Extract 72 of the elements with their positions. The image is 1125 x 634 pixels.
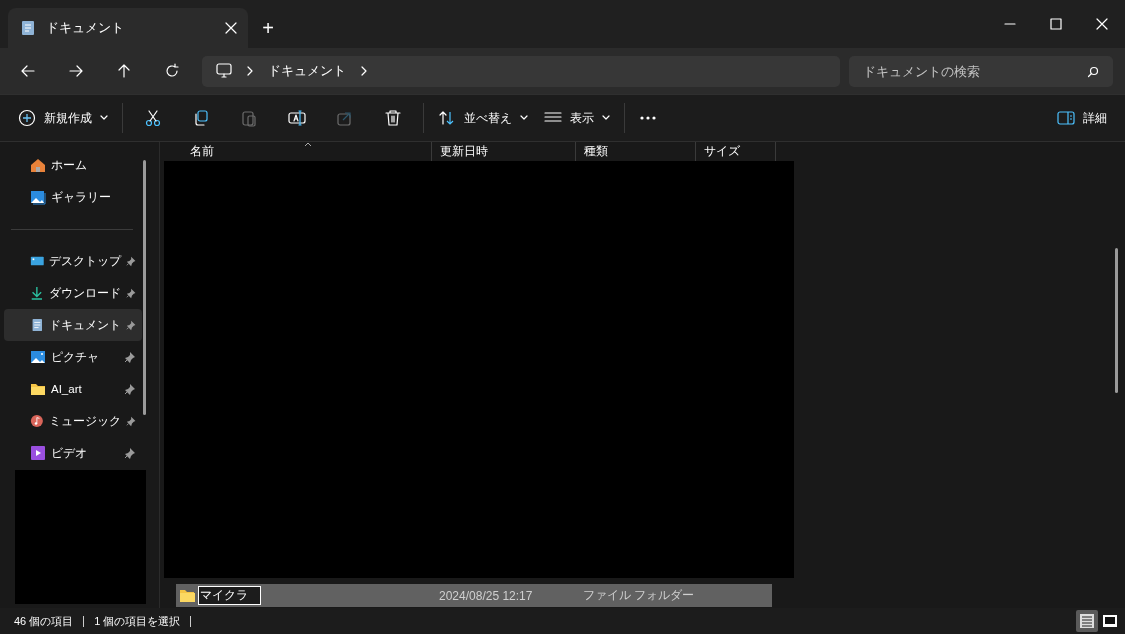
pin-icon[interactable] bbox=[125, 255, 136, 267]
file-type: ファイル フォルダー bbox=[582, 587, 696, 604]
up-arrow-icon[interactable] bbox=[116, 63, 132, 79]
sidebar-item[interactable]: デスクトップ bbox=[4, 245, 142, 277]
window-icon bbox=[1102, 613, 1118, 629]
pin-icon[interactable] bbox=[124, 351, 136, 363]
gallery-icon bbox=[30, 189, 46, 205]
sidebar-item[interactable]: ピクチャ bbox=[4, 341, 142, 373]
sidebar-item[interactable]: ドキュメント bbox=[4, 309, 142, 341]
caret-icon bbox=[520, 115, 528, 121]
item-count: 46 個の項目 bbox=[14, 613, 74, 629]
share-icon bbox=[336, 109, 354, 127]
search-field[interactable]: ドキュメントの検索 bbox=[849, 55, 1113, 87]
scrollbar[interactable] bbox=[1115, 248, 1118, 393]
sidebar-item[interactable]: ビデオ bbox=[4, 437, 142, 469]
sort-arrows-icon bbox=[438, 109, 456, 127]
folder-icon bbox=[179, 587, 196, 604]
tab-title: ドキュメント bbox=[46, 19, 125, 37]
download-icon bbox=[30, 285, 44, 301]
pin-icon[interactable] bbox=[125, 415, 136, 427]
modified-date: 2024/08/25 12:17 bbox=[438, 588, 534, 603]
scrollbar[interactable] bbox=[143, 160, 146, 415]
sidebar-item[interactable]: ギャラリー bbox=[4, 181, 142, 213]
address-bar[interactable]: ドキュメント bbox=[202, 55, 840, 87]
picture-icon bbox=[30, 349, 46, 365]
rename-field[interactable]: マイクラ bbox=[198, 586, 261, 605]
details-view-button[interactable] bbox=[1076, 610, 1098, 632]
pin-icon[interactable] bbox=[125, 319, 136, 331]
pin-icon[interactable] bbox=[124, 383, 136, 395]
music-icon bbox=[30, 413, 44, 429]
selection-count: 1 個の項目を選択 bbox=[94, 613, 181, 629]
close-icon[interactable] bbox=[1096, 18, 1108, 30]
details-pane-icon bbox=[1057, 109, 1075, 127]
search-icon[interactable] bbox=[1087, 65, 1099, 78]
rename-icon bbox=[288, 109, 306, 127]
forward-arrow-icon[interactable] bbox=[68, 63, 84, 79]
folder-icon bbox=[30, 381, 46, 397]
document-icon bbox=[20, 20, 36, 36]
sidebar-item[interactable]: AI_art bbox=[4, 373, 142, 405]
video-icon bbox=[30, 445, 46, 461]
more-icon bbox=[639, 114, 657, 122]
caret-icon bbox=[602, 115, 610, 121]
breadcrumb-item[interactable]: ドキュメント bbox=[268, 62, 346, 80]
scissors-icon bbox=[144, 109, 162, 127]
caret-icon bbox=[100, 115, 108, 121]
new-button[interactable]: 新規作成 bbox=[10, 100, 116, 136]
tab[interactable]: ドキュメント bbox=[8, 8, 248, 48]
clipboard-icon bbox=[240, 109, 258, 127]
sidebar-item[interactable]: ダウンロード bbox=[4, 277, 142, 309]
copy-icon bbox=[192, 109, 210, 127]
maximize-icon[interactable] bbox=[1050, 18, 1062, 30]
document-icon bbox=[30, 317, 44, 333]
view-button[interactable]: 表示 bbox=[536, 100, 618, 136]
pin-icon[interactable] bbox=[125, 287, 136, 299]
plus-circle-icon bbox=[18, 109, 36, 127]
list-icon bbox=[1079, 613, 1095, 629]
chevron-icon[interactable] bbox=[360, 66, 368, 76]
refresh-icon[interactable] bbox=[164, 63, 180, 79]
trash-icon bbox=[384, 109, 402, 127]
back-arrow-icon[interactable] bbox=[20, 63, 36, 79]
close-icon[interactable] bbox=[224, 21, 238, 35]
chevron-icon[interactable] bbox=[246, 66, 254, 76]
pin-icon[interactable] bbox=[124, 447, 136, 459]
sort-button[interactable]: 並べ替え bbox=[430, 100, 536, 136]
sidebar-item[interactable]: ホーム bbox=[4, 149, 142, 181]
details-button[interactable]: 詳細 bbox=[1049, 100, 1115, 136]
home-icon bbox=[30, 157, 46, 173]
file-row[interactable]: マイクラ 2024/08/25 12:17 ファイル フォルダー bbox=[176, 584, 772, 607]
new-tab-button[interactable]: + bbox=[248, 8, 288, 48]
sidebar-item[interactable]: ミュージック bbox=[4, 405, 142, 437]
sort-caret-icon bbox=[304, 142, 312, 147]
monitor-icon[interactable] bbox=[216, 63, 232, 79]
